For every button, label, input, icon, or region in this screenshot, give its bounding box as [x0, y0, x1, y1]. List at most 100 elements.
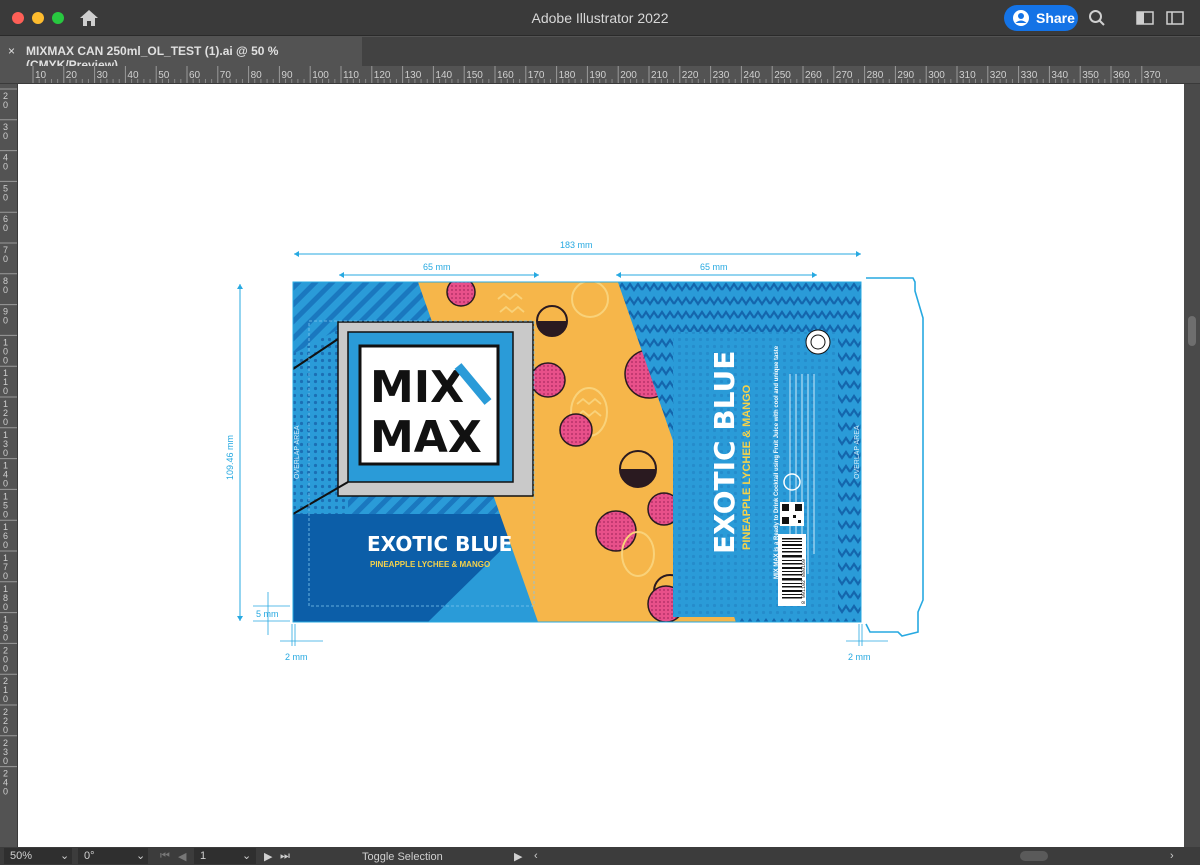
zoom-value: 50% — [10, 850, 33, 862]
dimension-height: 109.46 mm — [225, 284, 243, 621]
ruler-label: 290 — [897, 70, 914, 81]
dim-panel-right-label: 65 mm — [700, 262, 728, 272]
flavor-subtitle: PINEAPPLE LYCHEE & MANGO — [370, 560, 490, 569]
share-user-icon — [1013, 10, 1029, 26]
ruler-label: 0 — [3, 787, 8, 797]
dim-panel-left-label: 65 mm — [423, 262, 451, 272]
vertical-scroll-thumb[interactable] — [1188, 316, 1196, 346]
next-artboard-icon[interactable]: ▶ — [264, 850, 272, 863]
document-tab-bar: × MIXMAX CAN 250ml_OL_TEST (1).ai @ 50 %… — [0, 37, 1200, 72]
rotation-dropdown[interactable]: 0° ⌄ — [78, 848, 148, 864]
logo-max: MAX — [370, 412, 482, 463]
ruler-label: 190 — [589, 70, 606, 81]
ruler-label: 140 — [435, 70, 452, 81]
scroll-right-icon[interactable]: › — [1170, 850, 1174, 862]
dimension-total-width: 183 mm — [294, 240, 861, 257]
ruler-label: 0 — [3, 192, 8, 202]
ruler-label: 340 — [1051, 70, 1068, 81]
seal-icon — [805, 329, 831, 355]
horizontal-ruler[interactable]: 10 20 30 40 50 60 70 80 90 100 110 120 130 140 150 160 1… — [0, 66, 1200, 84]
ruler-label: 360 — [1113, 70, 1130, 81]
title-bar: Adobe Illustrator 2022 Share — [0, 0, 1200, 36]
previous-artboard-icon[interactable]: ◀ — [178, 850, 186, 863]
ruler-label: 330 — [1021, 70, 1038, 81]
ruler-label: 0 — [3, 725, 8, 735]
ruler-label: 0 — [3, 417, 8, 427]
ruler-label: 320 — [990, 70, 1007, 81]
ruler-label: 0 — [3, 633, 8, 643]
ruler-label: 0 — [3, 756, 8, 766]
ruler-label: 100 — [312, 70, 329, 81]
chevron-down-icon: ⌄ — [60, 850, 70, 862]
ruler-label: 0 — [3, 223, 8, 233]
ruler-label: 0 — [3, 316, 8, 326]
chevron-down-icon: ⌄ — [136, 850, 146, 862]
ruler-label: 280 — [867, 70, 884, 81]
barcode: 8 991102 880169 — [778, 534, 807, 606]
ruler-label: 0 — [3, 602, 8, 612]
vertical-scrollbar[interactable] — [1184, 84, 1200, 847]
ruler-label: 210 — [651, 70, 668, 81]
vertical-ruler[interactable]: 2030405060708090100110120130140150160170… — [0, 84, 18, 847]
ruler-label: 0 — [3, 694, 8, 704]
last-artboard-icon[interactable]: ⏭ — [280, 850, 290, 863]
overlap-label-left: OVERLAP AREA — [294, 425, 301, 479]
ruler-label: 260 — [805, 70, 822, 81]
dim-left-label: 2 mm — [285, 652, 308, 662]
vertical-flavor-subtitle: PINEAPPLE LYCHEE & MANGO — [741, 384, 753, 550]
first-artboard-icon[interactable]: ⏮ — [160, 850, 170, 863]
artboard-navigation[interactable]: 1 ⌄ — [194, 848, 256, 864]
document-tab[interactable]: × MIXMAX CAN 250ml_OL_TEST (1).ai @ 50 %… — [0, 37, 362, 72]
dimension-panel-right: 65 mm — [616, 262, 817, 278]
artboard-artwork[interactable]: 183 mm 65 mm 65 mm 109.46 mm 5 mm 2 mm 2… — [18, 84, 1184, 847]
ruler-label: 170 — [528, 70, 545, 81]
share-label: Share — [1036, 10, 1075, 26]
ruler-label: 230 — [713, 70, 730, 81]
artboard-number: 1 — [200, 850, 207, 862]
can-profile-outline — [865, 277, 924, 637]
ruler-label: 0 — [3, 479, 8, 489]
rotation-value: 0° — [84, 850, 95, 862]
dimension-panel-left: 65 mm — [339, 262, 539, 278]
panel-toggle-icon[interactable] — [1166, 9, 1184, 27]
ruler-label: 180 — [559, 70, 576, 81]
ruler-label: 0 — [3, 285, 8, 295]
ruler-label: 250 — [774, 70, 791, 81]
ruler-label: 0 — [3, 509, 8, 519]
ruler-label: 0 — [3, 355, 8, 365]
dimension-left-margin: 2 mm — [280, 624, 323, 662]
scroll-left-icon[interactable]: ‹ — [534, 850, 538, 862]
status-menu-arrow-icon[interactable]: ▶ — [514, 850, 522, 863]
ruler-label: 130 — [405, 70, 422, 81]
horizontal-scroll-thumb[interactable] — [1020, 851, 1048, 861]
dim-right-label: 2 mm — [848, 652, 871, 662]
ruler-label: 220 — [682, 70, 699, 81]
ruler-label: 0 — [3, 448, 8, 458]
ruler-label: 0 — [3, 131, 8, 141]
zoom-dropdown[interactable]: 50% ⌄ — [4, 848, 72, 864]
ruler-label: 110 — [343, 70, 359, 81]
ruler-label: 160 — [497, 70, 514, 81]
share-button[interactable]: Share — [1004, 5, 1078, 31]
ruler-label: 120 — [374, 70, 391, 81]
ruler-label: 310 — [959, 70, 976, 81]
flavor-name: EXOTIC BLUE — [367, 532, 512, 556]
ruler-label: 300 — [928, 70, 945, 81]
ruler-label: 370 — [1144, 70, 1161, 81]
barcode-number: 8 991102 880169 — [801, 559, 807, 604]
ruler-label: 0 — [3, 162, 8, 172]
ruler-label: 240 — [743, 70, 760, 81]
close-tab-icon[interactable]: × — [8, 44, 15, 58]
vertical-flavor-name: EXOTIC BLUE — [708, 351, 741, 554]
ruler-label: 270 — [836, 70, 853, 81]
ruler-label: 350 — [1082, 70, 1099, 81]
arrange-documents-icon[interactable] — [1136, 9, 1154, 27]
overlap-label-right: OVERLAP AREA — [854, 425, 861, 479]
ruler-label: 0 — [3, 540, 8, 550]
qr-code — [780, 502, 804, 526]
canvas-area[interactable]: 183 mm 65 mm 65 mm 109.46 mm 5 mm 2 mm 2… — [18, 84, 1184, 847]
ruler-label: 0 — [3, 254, 8, 264]
status-bar: 50% ⌄ 0° ⌄ ⏮ ◀ 1 ⌄ ▶ ⏭ Toggle Selection … — [0, 847, 1200, 865]
can-label[interactable]: MIX MAX EXOTIC BLUE PINEAPPLE LYCHEE & M… — [293, 278, 861, 622]
search-icon[interactable] — [1088, 9, 1106, 27]
